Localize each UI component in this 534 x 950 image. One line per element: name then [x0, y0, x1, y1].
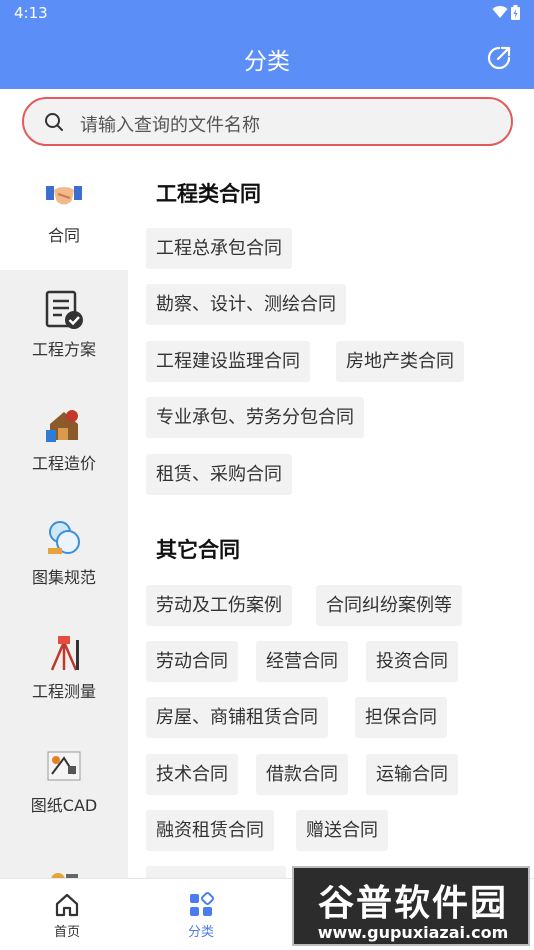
watermark-logo: 谷普软件园 www.gupuxiazai.com [292, 866, 530, 946]
status-time: 4:13 [14, 4, 48, 22]
home-icon [55, 893, 79, 917]
search-box[interactable]: 请输入查询的文件名称 [22, 97, 513, 146]
sidebar-item-label: 工程方案 [31, 340, 96, 359]
chip-guarantee[interactable]: 担保合同 [355, 697, 447, 738]
tab-category-label: 分类 [187, 925, 214, 940]
chip-technology[interactable]: 技术合同 [146, 754, 238, 795]
chip-labor-injury[interactable]: 劳动及工伤案例 [146, 585, 292, 626]
tab-home[interactable]: 首页 [0, 879, 134, 950]
chip-transport[interactable]: 运输合同 [366, 754, 458, 795]
watermark-url: www.gupuxiazai.com [317, 923, 509, 942]
watermark-title: 谷普软件园 [317, 883, 508, 924]
document-check-icon [45, 290, 83, 329]
section-title-engineering: 工程类合同 [156, 182, 261, 206]
sidebar-item-label: 图纸CAD [30, 796, 98, 815]
sidebar-item-survey[interactable]: 工程测量 [0, 614, 128, 726]
sidebar-item-contract[interactable]: 合同 [0, 158, 128, 270]
battery-icon [511, 5, 520, 20]
section-title-other: 其它合同 [156, 538, 240, 562]
chip-real-estate[interactable]: 房地产类合同 [336, 341, 464, 382]
drawing-tools-icon [47, 751, 81, 781]
category-sidebar: 合同 工程方案 工程造价 图集规范 工程测量 图纸CAD [0, 158, 128, 878]
tools-icon [51, 873, 78, 878]
chip-loan[interactable]: 借款合同 [256, 754, 348, 795]
category-icon [190, 891, 215, 916]
sidebar-item-label: 工程测量 [31, 682, 96, 701]
survey-tripod-icon [50, 636, 79, 671]
chip-dispute-cases[interactable]: 合同纠纷案例等 [316, 585, 462, 626]
search-icon [45, 113, 63, 131]
status-bar: 4:13 [0, 0, 534, 26]
house-calculator-icon [46, 410, 78, 442]
sidebar-item-engineering-plan[interactable]: 工程方案 [0, 272, 128, 384]
page-title: 分类 [244, 49, 290, 75]
chip-finance-lease[interactable]: 融资租赁合同 [146, 810, 274, 851]
tab-home-label: 首页 [53, 925, 80, 940]
sidebar-item-cost[interactable]: 工程造价 [0, 386, 128, 498]
sidebar-item-cad[interactable]: 图纸CAD [0, 728, 128, 840]
sidebar-item-atlas[interactable]: 图集规范 [0, 500, 128, 612]
chip-gift[interactable]: 赠送合同 [296, 810, 388, 851]
sidebar-item-label: 工程造价 [31, 454, 96, 473]
chip-property-lease[interactable]: 房屋、商铺租赁合同 [146, 697, 328, 738]
app-header: 分类 [0, 26, 534, 89]
chip-lease-purchase[interactable]: 租赁、采购合同 [146, 454, 292, 495]
chip-labor-contract[interactable]: 劳动合同 [146, 641, 238, 682]
search-input[interactable]: 请输入查询的文件名称 [80, 111, 260, 137]
handshake-icon [46, 186, 82, 205]
chip-subcontract[interactable]: 专业承包、劳务分包合同 [146, 397, 364, 438]
tab-category[interactable]: 分类 [134, 879, 268, 950]
chip-supervision[interactable]: 工程建设监理合同 [146, 341, 310, 382]
sidebar-item-label: 合同 [47, 226, 80, 245]
chip-business-contract[interactable]: 经营合同 [256, 641, 348, 682]
chip-partial[interactable] [146, 866, 286, 878]
wifi-icon [492, 6, 508, 19]
category-content: 工程类合同 工程总承包合同 勘察、设计、测绘合同 工程建设监理合同 房地产类合同… [146, 158, 526, 878]
chip-engineering-general[interactable]: 工程总承包合同 [146, 228, 292, 269]
share-icon[interactable] [486, 45, 512, 71]
chip-survey-design[interactable]: 勘察、设计、测绘合同 [146, 284, 346, 325]
atlas-icon [48, 521, 80, 554]
sidebar-item-more[interactable] [0, 842, 128, 878]
sidebar-item-label: 图集规范 [31, 568, 96, 587]
chip-investment-contract[interactable]: 投资合同 [366, 641, 458, 682]
